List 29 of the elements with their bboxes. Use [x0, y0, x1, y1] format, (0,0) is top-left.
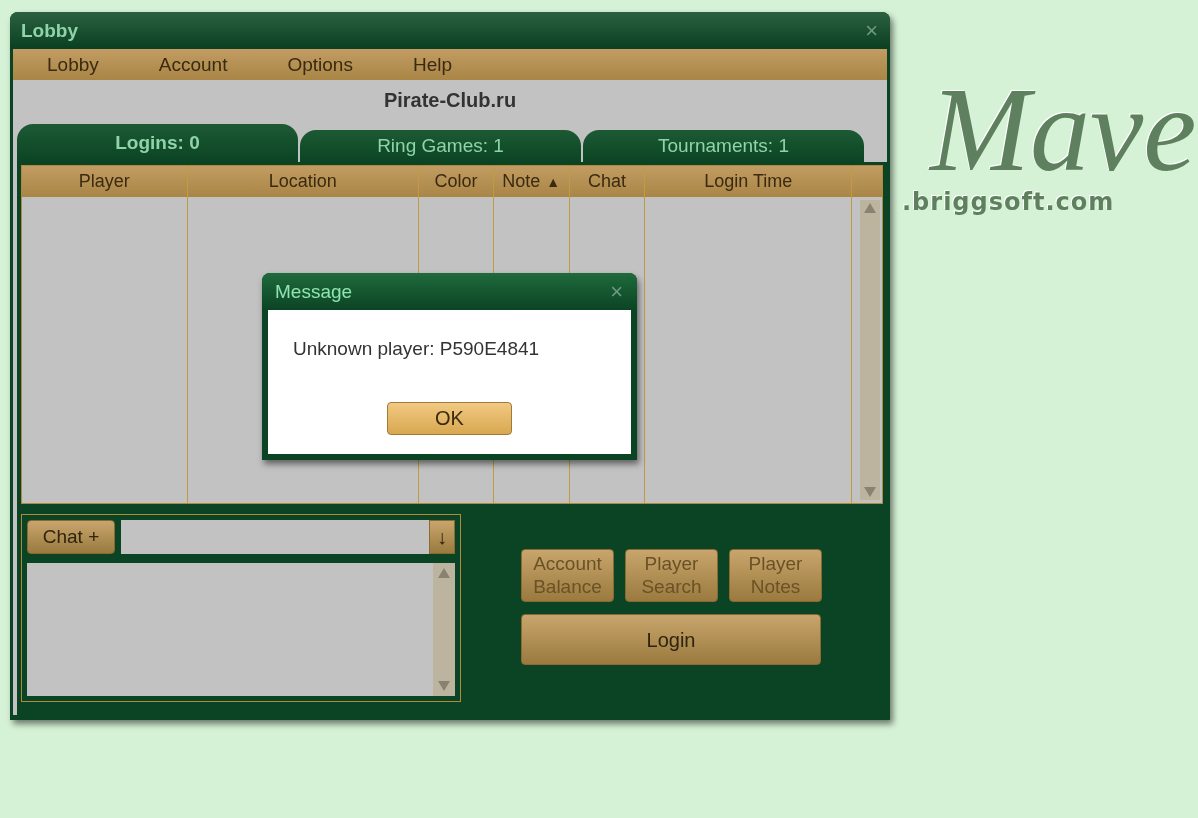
- column-header[interactable]: Player: [22, 166, 187, 197]
- column-header[interactable]: Chat: [569, 166, 645, 197]
- logo-url: .briggsoft.com: [902, 188, 1115, 216]
- menu-item[interactable]: Account: [132, 53, 254, 76]
- window-title: Lobby: [21, 19, 78, 42]
- sort-arrow: ▲: [546, 173, 561, 190]
- ok-button[interactable]: OK: [387, 402, 512, 435]
- tab[interactable]: Ring Games: 1: [300, 130, 581, 162]
- dialog-message: Unknown player: P590E4841: [293, 338, 540, 360]
- logo-title: Mave: [930, 70, 1197, 190]
- column-header[interactable]: Color: [419, 166, 493, 197]
- column-header[interactable]: Login Time: [645, 166, 851, 197]
- menu-item[interactable]: Lobby: [21, 53, 125, 76]
- header-filler: [852, 166, 882, 197]
- chat-button[interactable]: Chat +: [27, 520, 115, 554]
- scrollbar[interactable]: [860, 200, 880, 500]
- close-button[interactable]: ×: [610, 278, 623, 305]
- dialog-title: Message: [275, 280, 353, 303]
- close-button[interactable]: ×: [865, 17, 878, 44]
- column-header[interactable]: Note ▲: [493, 166, 569, 197]
- site-title: Pirate-Club.ru: [382, 88, 518, 113]
- column-header[interactable]: Location: [187, 166, 419, 197]
- tab[interactable]: Tournaments: 1: [583, 130, 864, 162]
- scroll-down-button[interactable]: ↓: [429, 520, 455, 554]
- menu-item[interactable]: Options: [261, 53, 379, 76]
- scrollbar[interactable]: [433, 563, 455, 696]
- login-button[interactable]: Login: [521, 614, 821, 665]
- tab[interactable]: Logins: 0: [17, 124, 298, 162]
- menu-item[interactable]: Help: [386, 53, 478, 76]
